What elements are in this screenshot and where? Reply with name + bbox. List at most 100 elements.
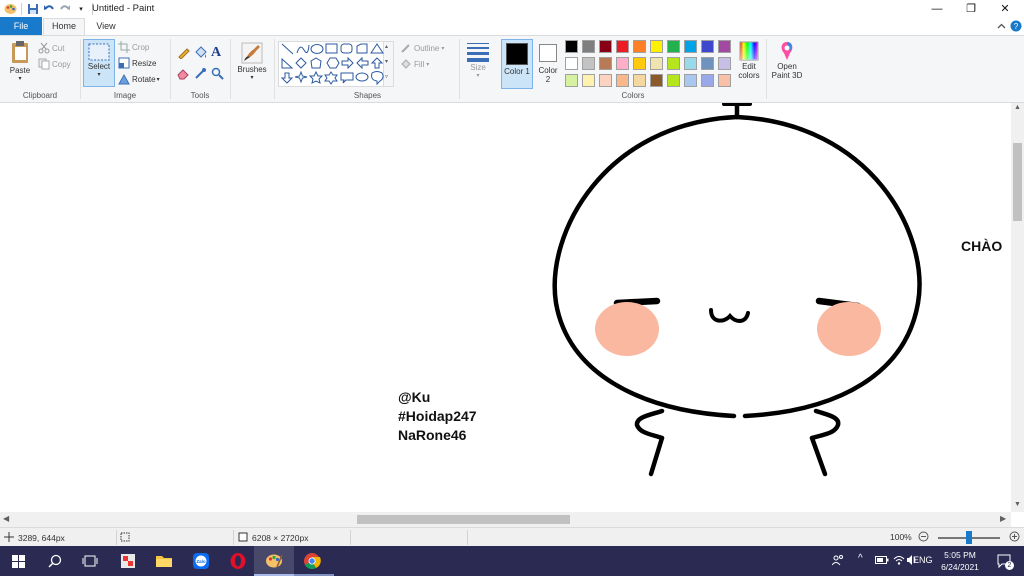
color2-label: Color 2: [538, 66, 558, 84]
palette-swatch[interactable]: [616, 74, 629, 87]
action-center-icon[interactable]: 2: [994, 551, 1014, 571]
chevron-left-icon[interactable]: ◀: [3, 514, 9, 523]
battery-icon[interactable]: [875, 555, 889, 567]
color2-button[interactable]: Color 2: [535, 39, 561, 89]
palette-swatch[interactable]: [565, 40, 578, 53]
palette-swatch[interactable]: [599, 74, 612, 87]
chevron-down-icon: ▾: [426, 61, 430, 68]
palette-swatch[interactable]: [718, 57, 731, 70]
palette-swatch[interactable]: [650, 40, 663, 53]
title-bar: ▾ Untitled - Paint — ❐ ✕: [0, 0, 1024, 17]
search-icon[interactable]: [45, 551, 65, 571]
vertical-scrollbar[interactable]: ▲ ▼: [1011, 103, 1024, 512]
people-icon[interactable]: [831, 554, 844, 568]
palette-swatch[interactable]: [667, 57, 680, 70]
selection-size: [120, 532, 134, 544]
size-button[interactable]: Size ▾: [464, 41, 492, 81]
chevron-down-icon[interactable]: ▼: [1014, 501, 1021, 508]
shapes-gallery-scroll[interactable]: ▴ ▾ ▿: [384, 41, 394, 87]
palette-swatch[interactable]: [701, 40, 714, 53]
save-icon[interactable]: [25, 2, 41, 16]
palette-swatch[interactable]: [667, 74, 680, 87]
vertical-scroll-thumb[interactable]: [1013, 143, 1022, 221]
palette-swatch[interactable]: [582, 74, 595, 87]
ribbon: Paste ▾ Cut Copy Clipboard Select ▾ Crop…: [0, 35, 1024, 103]
image-size-icon: [238, 532, 250, 544]
file-explorer-icon[interactable]: [154, 551, 174, 571]
windows-start-icon[interactable]: [8, 551, 28, 571]
palette-swatch[interactable]: [718, 40, 731, 53]
status-separator: [350, 530, 351, 545]
color1-button[interactable]: Color 1: [501, 39, 533, 89]
chevron-right-icon[interactable]: ▶: [1000, 514, 1006, 523]
edit-colors-button[interactable]: Edit colors: [734, 40, 764, 80]
paint-app-icon[interactable]: [2, 2, 18, 16]
tab-file[interactable]: File: [0, 17, 42, 35]
palette-swatch[interactable]: [633, 74, 646, 87]
redo-icon[interactable]: [57, 2, 73, 16]
zalo-icon[interactable]: Zalo: [191, 551, 211, 571]
palette-swatch[interactable]: [650, 57, 663, 70]
chevron-up-icon[interactable]: ^: [858, 553, 863, 564]
chrome-icon[interactable]: [302, 551, 322, 571]
close-button[interactable]: ✕: [988, 0, 1022, 17]
palette-swatch[interactable]: [684, 74, 697, 87]
palette-swatch[interactable]: [684, 40, 697, 53]
opera-icon[interactable]: [228, 551, 248, 571]
palette-swatch[interactable]: [582, 57, 595, 70]
zoom-in-icon[interactable]: [1009, 531, 1020, 542]
palette-swatch[interactable]: [599, 40, 612, 53]
size-group: Size ▾: [460, 36, 496, 102]
task-view-icon[interactable]: [80, 551, 100, 571]
status-separator: [233, 530, 234, 545]
palette-swatch[interactable]: [616, 57, 629, 70]
horizontal-scroll-thumb[interactable]: [357, 515, 570, 524]
expand-gallery-icon[interactable]: ▿: [385, 73, 388, 80]
tab-view[interactable]: View: [86, 17, 126, 35]
outline-button[interactable]: Outline ▾: [400, 42, 444, 54]
palette-swatch[interactable]: [667, 40, 680, 53]
customize-qat-icon[interactable]: ▾: [73, 2, 89, 16]
shapes-group: ▴ ▾ ▿ Outline ▾ Fill ▾ Shapes: [0, 36, 460, 102]
help-icon[interactable]: ?: [1009, 19, 1023, 33]
palette-swatch[interactable]: [718, 74, 731, 87]
shapes-gallery-icons[interactable]: [279, 42, 385, 88]
palette-swatch[interactable]: [565, 57, 578, 70]
chevron-down-icon: ▾: [441, 45, 445, 52]
palette-swatch[interactable]: [684, 57, 697, 70]
palette-swatch[interactable]: [701, 74, 714, 87]
zoom-out-icon[interactable]: [918, 531, 929, 542]
open-paint3d-label: Open Paint 3D: [771, 62, 803, 80]
horizontal-scrollbar[interactable]: ◀ ▶: [0, 512, 1011, 527]
collapse-ribbon-icon[interactable]: [994, 19, 1008, 33]
palette-swatch[interactable]: [650, 74, 663, 87]
chevron-up-icon[interactable]: ▲: [1014, 104, 1021, 111]
maximize-button[interactable]: ❐: [954, 0, 988, 17]
fill-button[interactable]: Fill ▾: [400, 58, 429, 70]
chevron-down-icon[interactable]: ▾: [385, 58, 388, 65]
right-arm: [809, 408, 841, 441]
canvas-text-narone: NaRone46: [398, 427, 467, 443]
left-blush: [595, 302, 659, 356]
palette-swatch[interactable]: [616, 40, 629, 53]
head-outline: [552, 114, 922, 419]
chevron-up-icon[interactable]: ▴: [385, 43, 388, 50]
drawing-canvas[interactable]: @Ku #Hoidap247 NaRone46 CHÀO: [0, 103, 1011, 512]
palette-swatch[interactable]: [582, 40, 595, 53]
taskbar-clock[interactable]: 5:05 PM 6/24/2021: [930, 549, 990, 573]
palette-swatch[interactable]: [565, 74, 578, 87]
palette-swatch[interactable]: [599, 57, 612, 70]
palette-swatch[interactable]: [633, 57, 646, 70]
cursor-crosshair-icon: [4, 532, 16, 544]
undo-icon[interactable]: [41, 2, 57, 16]
snipping-tool-icon[interactable]: [118, 551, 138, 571]
tab-home[interactable]: Home: [43, 18, 85, 35]
wifi-icon[interactable]: [893, 554, 905, 568]
image-size: 6208 × 2720px: [238, 532, 308, 544]
minimize-button[interactable]: —: [920, 0, 954, 17]
palette-swatch[interactable]: [633, 40, 646, 53]
zoom-slider-thumb[interactable]: [966, 531, 972, 544]
palette-swatch[interactable]: [701, 57, 714, 70]
paint-taskbar-icon[interactable]: [264, 551, 284, 571]
open-paint3d-button[interactable]: Open Paint 3D: [768, 40, 806, 80]
